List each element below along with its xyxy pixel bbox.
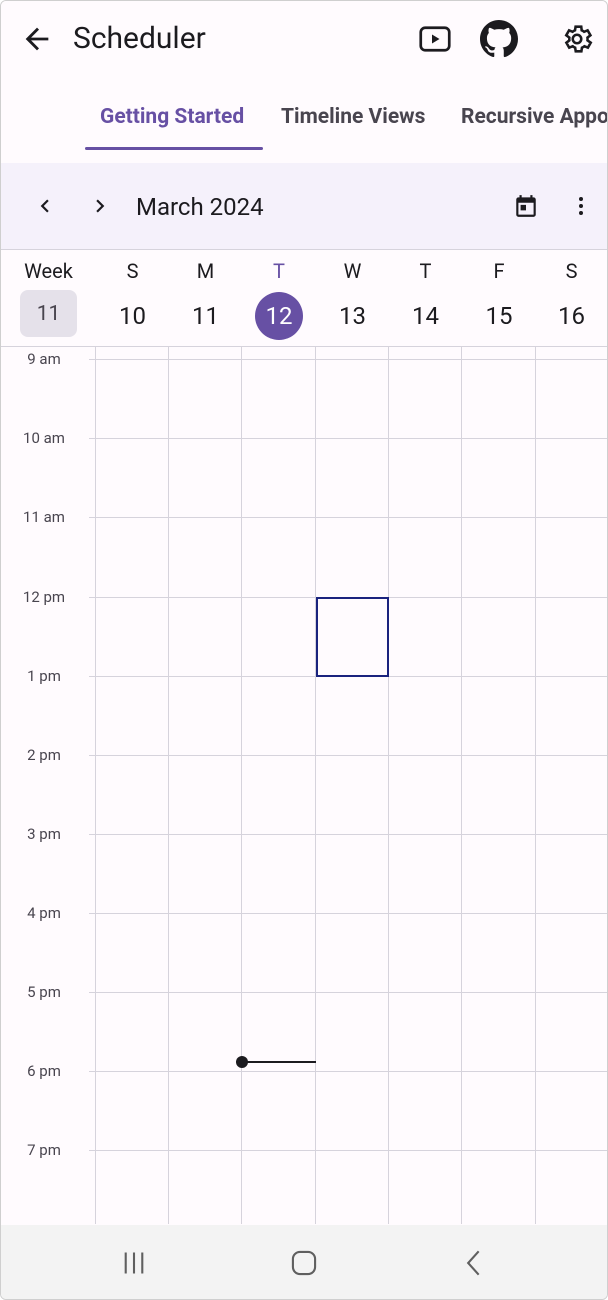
home-icon[interactable] <box>284 1243 324 1283</box>
time-label: 2 pm <box>27 746 61 764</box>
system-back-icon[interactable] <box>454 1243 494 1283</box>
current-time-dot <box>236 1056 248 1068</box>
day-divider <box>241 347 242 1224</box>
day-date: 13 <box>339 302 366 330</box>
tab-recursive-appointments[interactable]: Recursive Appo <box>461 103 607 131</box>
tab-bar: Getting Started Timeline Views Recursive… <box>1 79 607 163</box>
day-date: 10 <box>119 302 146 330</box>
time-label: 6 pm <box>27 1062 61 1080</box>
hour-line <box>89 517 607 518</box>
page-title: Scheduler <box>73 21 206 56</box>
time-label: 4 pm <box>27 904 61 922</box>
day-header-sun[interactable]: S 10 <box>96 250 169 346</box>
hour-line <box>89 1071 607 1072</box>
back-arrow-icon[interactable] <box>17 19 57 59</box>
hour-line <box>89 438 607 439</box>
settings-gear-icon[interactable] <box>555 17 599 61</box>
day-divider <box>461 347 462 1224</box>
more-vertical-icon[interactable] <box>561 186 601 226</box>
week-number-badge[interactable]: 11 <box>20 290 77 337</box>
day-divider <box>535 347 536 1224</box>
tab-timeline-views[interactable]: Timeline Views <box>281 103 425 131</box>
youtube-play-icon[interactable] <box>413 17 457 61</box>
day-name: M <box>196 259 215 283</box>
system-navigation-bar <box>1 1225 607 1299</box>
day-name: T <box>419 259 432 283</box>
week-day-header: Week 11 S 10 M 11 T 12 W 13 T 14 F 15 S … <box>1 250 607 347</box>
hour-line <box>89 359 607 360</box>
recent-apps-icon[interactable] <box>114 1243 154 1283</box>
month-label[interactable]: March 2024 <box>136 191 264 223</box>
hour-line <box>89 992 607 993</box>
day-divider <box>315 347 316 1224</box>
time-label: 7 pm <box>27 1141 61 1159</box>
day-header-mon[interactable]: M 11 <box>169 250 242 346</box>
week-label: Week <box>24 259 73 283</box>
day-header-tue-today[interactable]: T 12 <box>242 250 316 346</box>
current-time-line <box>242 1061 316 1063</box>
day-name: S <box>126 259 139 283</box>
day-name: W <box>343 259 362 283</box>
time-label: 10 am <box>23 429 65 447</box>
hour-line <box>89 1150 607 1151</box>
day-date: 16 <box>558 302 585 330</box>
phone-frame: Scheduler Getting Started Timeline Views… <box>0 0 608 1300</box>
calendar-header: March 2024 <box>1 163 607 250</box>
time-label: 11 am <box>23 508 65 526</box>
time-label: 1 pm <box>27 667 61 685</box>
day-header-thu[interactable]: T 14 <box>389 250 462 346</box>
hour-line <box>89 755 607 756</box>
hour-line <box>89 913 607 914</box>
day-divider <box>388 347 389 1224</box>
day-name: F <box>493 259 505 283</box>
time-label: 5 pm <box>27 983 61 1001</box>
day-name: T <box>273 259 285 283</box>
tab-getting-started[interactable]: Getting Started <box>100 103 244 131</box>
time-label: 9 am <box>27 350 61 368</box>
day-name: S <box>565 259 578 283</box>
time-label: 3 pm <box>27 825 61 843</box>
chevron-left-icon[interactable] <box>25 186 65 226</box>
day-header-fri[interactable]: F 15 <box>462 250 536 346</box>
day-date: 15 <box>485 302 513 330</box>
time-grid[interactable]: 9 am 10 am 11 am 12 pm 1 pm 2 pm 3 pm 4 … <box>1 347 607 1224</box>
day-header-sat[interactable]: S 16 <box>536 250 607 346</box>
day-date: 11 <box>192 302 219 330</box>
time-label: 12 pm <box>22 588 66 606</box>
chevron-right-icon[interactable] <box>80 186 120 226</box>
day-header-wed[interactable]: W 13 <box>316 250 389 346</box>
calendar-icon[interactable] <box>506 186 546 226</box>
day-date: 14 <box>412 302 439 330</box>
app-bar: Scheduler <box>1 1 607 79</box>
selected-time-slot[interactable] <box>316 597 389 677</box>
github-icon[interactable] <box>477 17 521 61</box>
active-tab-indicator <box>85 147 263 150</box>
today-date-circle: 12 <box>255 292 303 340</box>
day-divider <box>95 347 96 1224</box>
day-divider <box>168 347 169 1224</box>
hour-line <box>89 834 607 835</box>
